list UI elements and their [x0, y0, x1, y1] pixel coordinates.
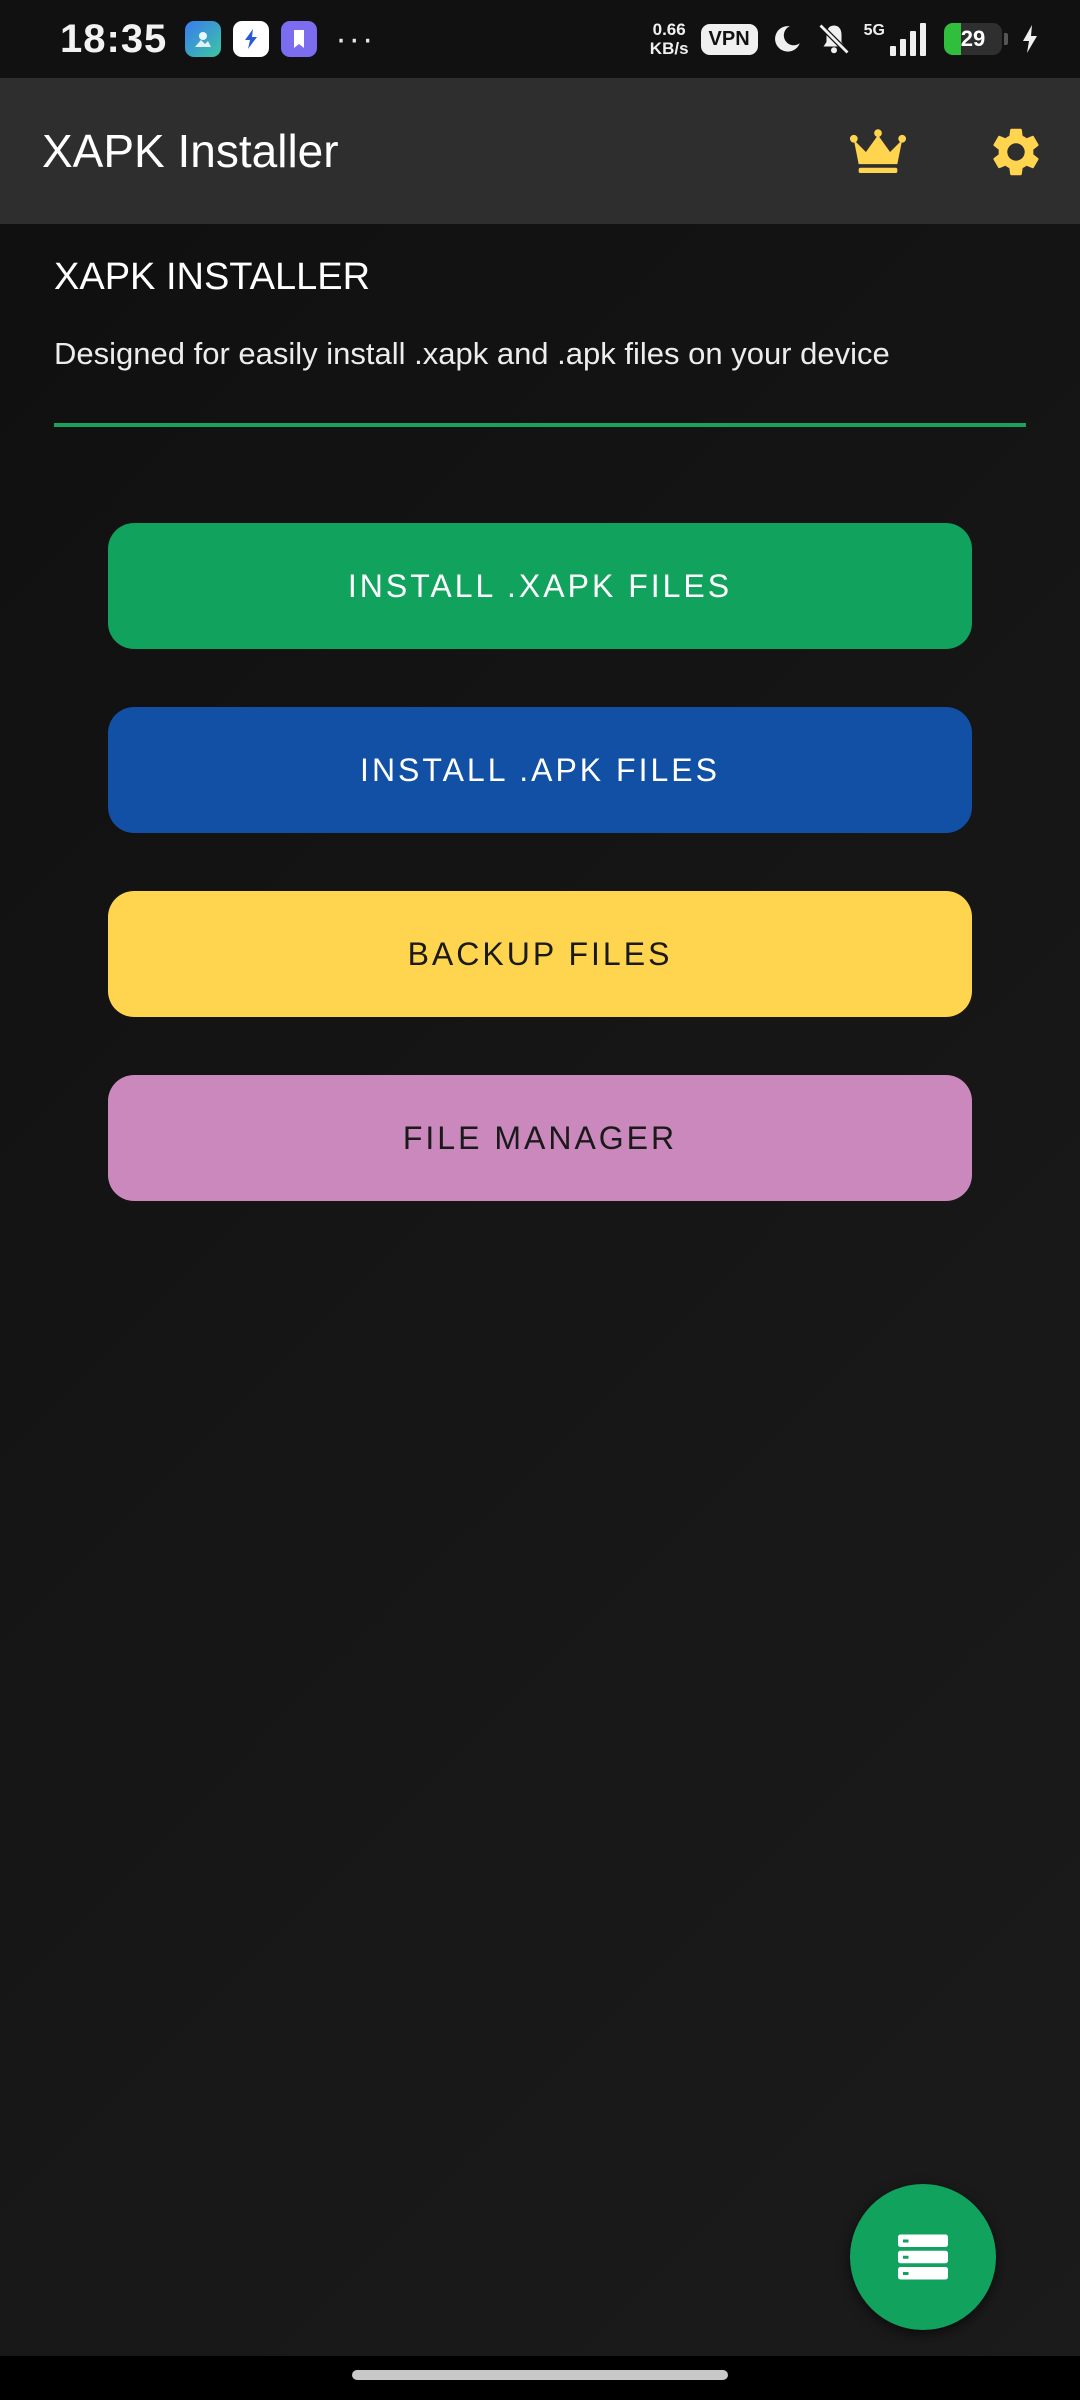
- settings-button[interactable]: [986, 122, 1046, 182]
- network-speed-value: 0.66: [652, 20, 686, 39]
- section-title: XAPK INSTALLER: [54, 256, 371, 298]
- network-speed-unit: KB/s: [649, 39, 689, 58]
- cellular-signal: 5G: [864, 22, 932, 56]
- premium-button[interactable]: [848, 122, 908, 182]
- install-apk-button[interactable]: INSTALL .APK FILES: [108, 707, 972, 833]
- status-time: 18:35: [60, 16, 168, 61]
- crown-icon: [849, 129, 907, 174]
- gallery-app-icon: [185, 21, 222, 57]
- charging-icon: [1020, 24, 1040, 54]
- battery-percent: 29: [960, 26, 986, 51]
- battery-tip: [1004, 33, 1008, 45]
- home-gesture-bar[interactable]: [352, 2370, 728, 2380]
- battery-indicator: 29: [944, 23, 1008, 55]
- file-manager-button[interactable]: FILE MANAGER: [108, 1075, 972, 1201]
- section-description: Designed for easily install .xapk and .a…: [54, 336, 890, 371]
- backup-files-button[interactable]: BACKUP FILES: [108, 891, 972, 1017]
- list-icon: [898, 2234, 948, 2280]
- list-fab-button[interactable]: [850, 2184, 996, 2330]
- more-notifications-icon: ···: [335, 20, 376, 58]
- signal-bars-icon: [890, 23, 926, 56]
- screen: 18:35 ··· 0.66 KB/s VPN 5G 29 XAPK Insta…: [0, 0, 1080, 2400]
- divider: [54, 423, 1026, 427]
- network-type: 5G: [863, 22, 885, 39]
- install-xapk-button[interactable]: INSTALL .XAPK FILES: [108, 523, 972, 649]
- app-title: XAPK Installer: [42, 125, 339, 177]
- lightning-app-icon: [233, 21, 270, 57]
- status-indicators: 0.66 KB/s VPN 5G 29: [650, 20, 1040, 58]
- bell-muted-icon: [816, 21, 852, 57]
- status-bar: 18:35 ··· 0.66 KB/s VPN 5G 29: [0, 0, 1080, 78]
- gear-icon: [993, 128, 1039, 176]
- bookmark-app-icon: [281, 21, 318, 57]
- network-speed: 0.66 KB/s: [650, 20, 689, 58]
- battery-body: 29: [944, 23, 1002, 55]
- vpn-badge: VPN: [700, 23, 758, 55]
- navigation-bar: [0, 2356, 1080, 2400]
- app-bar: XAPK Installer: [0, 78, 1080, 224]
- moon-icon: [770, 22, 804, 56]
- notification-icons: ···: [185, 21, 375, 57]
